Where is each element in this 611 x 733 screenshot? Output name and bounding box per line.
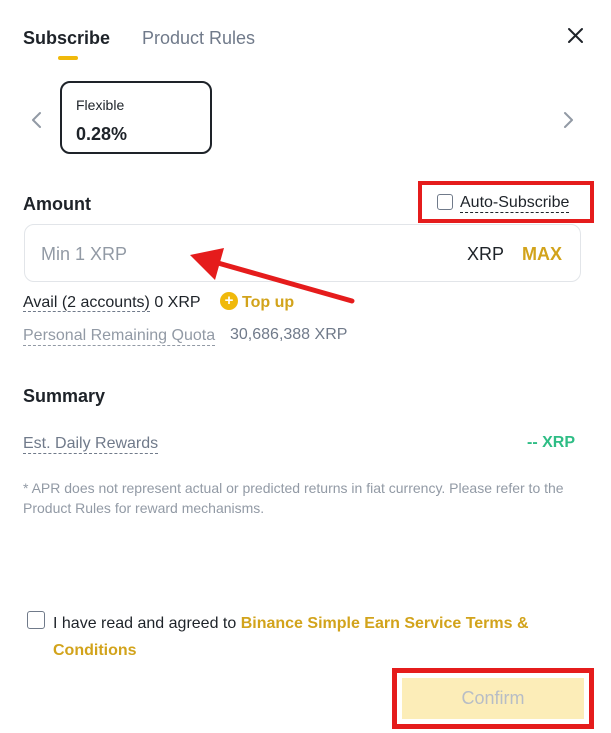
top-up-link[interactable]: Top up <box>242 294 294 312</box>
daily-rewards-label[interactable]: Est. Daily Rewards <box>23 434 159 454</box>
tab-product-rules[interactable]: Product Rules <box>142 28 255 49</box>
agreement-prefix: I have read and agreed to <box>53 615 241 632</box>
prev-product-button[interactable] <box>25 108 49 132</box>
confirm-button[interactable]: Confirm <box>402 678 584 719</box>
agreement-checkbox[interactable] <box>27 611 45 629</box>
chevron-right-icon <box>564 112 573 128</box>
product-label: Flexible <box>76 97 125 113</box>
next-product-button[interactable] <box>556 108 580 132</box>
chevron-left-icon <box>32 112 41 128</box>
product-card-flexible[interactable]: Flexible 0.28% <box>60 81 212 154</box>
avail-value: 0 XRP <box>154 294 201 311</box>
product-apr: 0.28% <box>76 124 128 144</box>
amount-title: Amount <box>23 194 91 214</box>
amount-field: XRP MAX <box>24 224 581 283</box>
amount-input[interactable] <box>39 225 423 283</box>
tab-subscribe[interactable]: Subscribe <box>23 28 110 49</box>
agreement-text: I have read and agreed to Binance Simple… <box>53 610 573 664</box>
available-balance: Avail (2 accounts) 0 XRP <box>23 294 201 312</box>
apr-disclaimer: * APR does not represent actual or predi… <box>23 480 564 516</box>
plus-circle-icon[interactable]: + <box>220 292 238 310</box>
active-tab-indicator <box>58 56 78 60</box>
close-icon <box>568 28 583 43</box>
quota-value: 30,686,388 XRP <box>230 326 348 343</box>
auto-subscribe-label[interactable]: Auto-Subscribe <box>460 193 570 213</box>
max-button[interactable]: MAX <box>522 244 562 265</box>
daily-rewards-value: -- XRP <box>527 434 575 451</box>
auto-subscribe-checkbox[interactable] <box>437 194 453 210</box>
amount-unit: XRP <box>467 244 505 264</box>
summary-title: Summary <box>23 386 106 406</box>
close-button[interactable] <box>560 20 590 50</box>
quota-label[interactable]: Personal Remaining Quota <box>23 326 216 346</box>
confirm-highlight: Confirm <box>392 668 594 729</box>
avail-label[interactable]: Avail (2 accounts) <box>23 294 150 312</box>
